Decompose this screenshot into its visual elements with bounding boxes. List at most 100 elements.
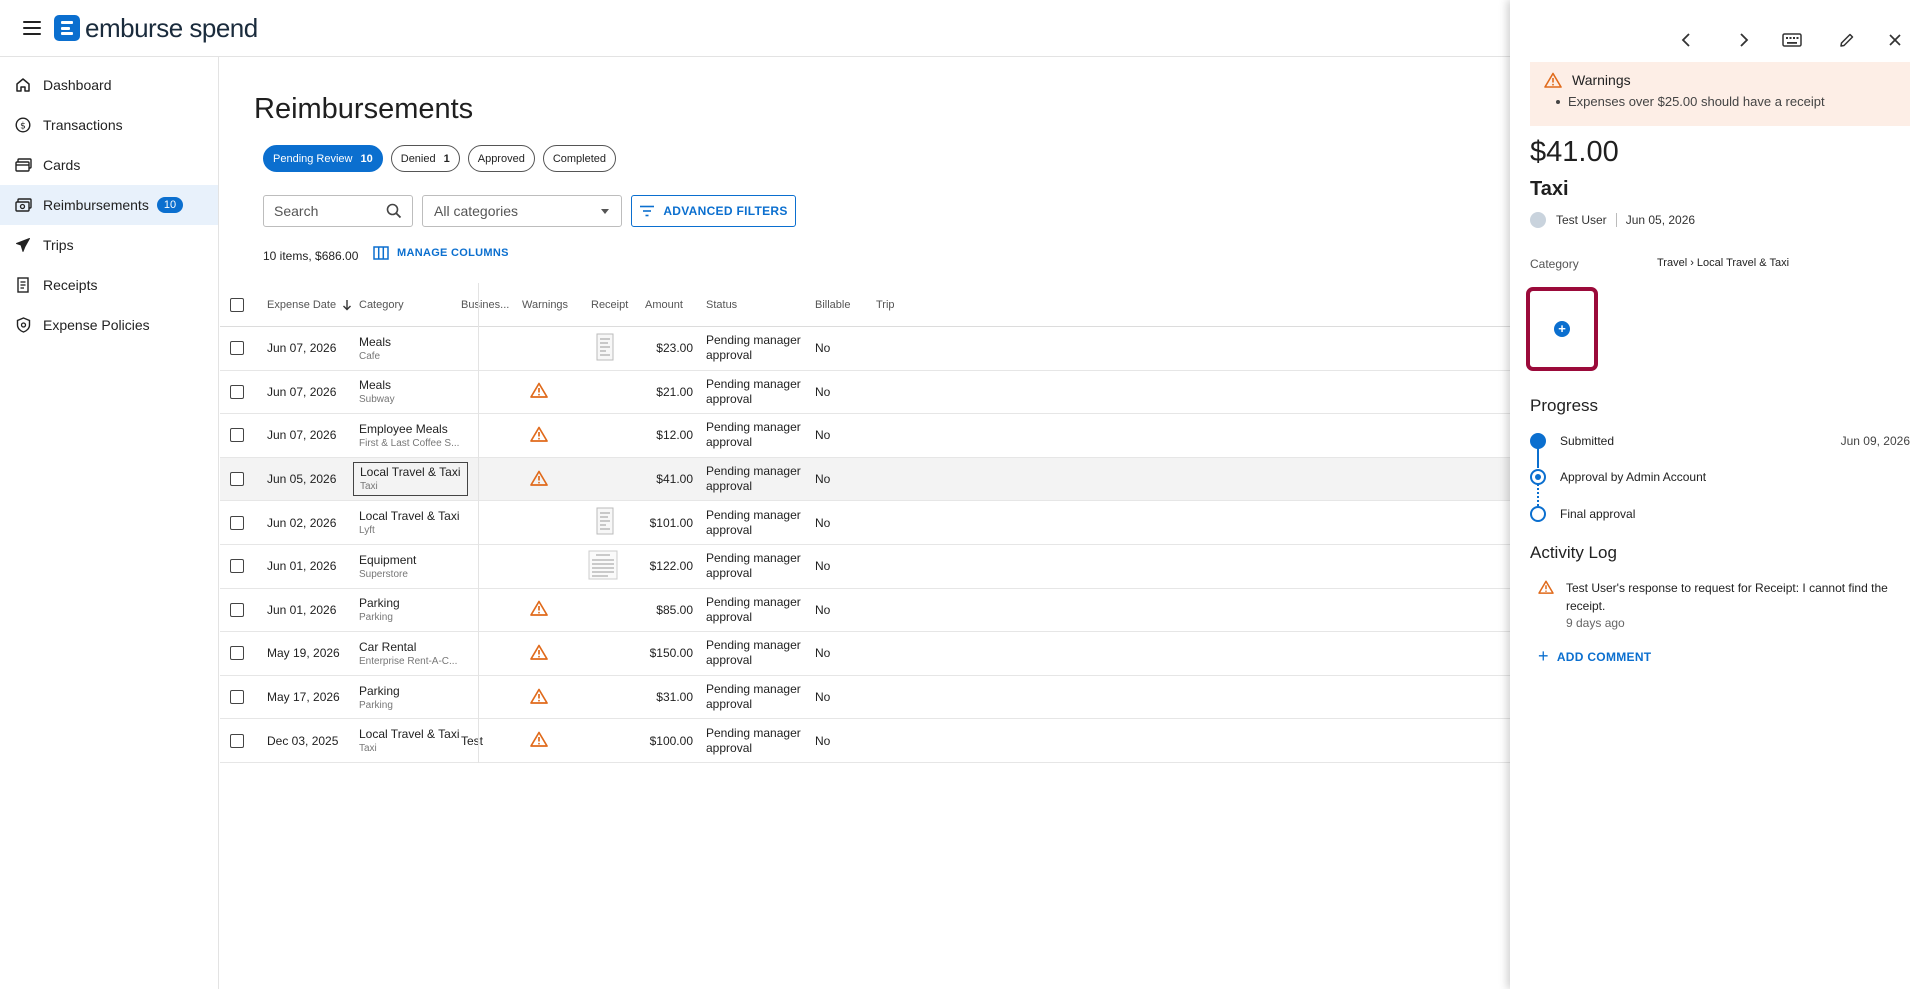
plus-icon: + bbox=[1538, 646, 1549, 666]
table-row[interactable]: Jun 01, 2026 Equipment Superstore $122.00 Pe… bbox=[220, 545, 1510, 589]
receipt-thumbnail-icon[interactable] bbox=[596, 333, 614, 364]
sidebar-item-receipts[interactable]: Receipts bbox=[0, 265, 218, 305]
table-row[interactable]: May 19, 2026 Car Rental Enterprise Rent-A-… bbox=[220, 632, 1510, 676]
status-tabs: Pending Review 10 Denied 1 Approved Comp… bbox=[263, 145, 617, 172]
category-cell[interactable]: Parking Parking bbox=[359, 589, 400, 632]
table-body: Jun 07, 2026 Meals Cafe $23.00 Pending manag… bbox=[220, 327, 1510, 763]
row-checkbox[interactable] bbox=[230, 690, 244, 705]
row-checkbox[interactable] bbox=[230, 341, 244, 356]
receipt-thumbnail-icon[interactable] bbox=[596, 507, 614, 538]
tab-count: 10 bbox=[360, 152, 373, 165]
receipt-cell bbox=[588, 545, 618, 588]
category-cell[interactable]: Car Rental Enterprise Rent-A-C... bbox=[359, 632, 457, 675]
category-value[interactable]: Travel › Local Travel & Taxi bbox=[1657, 257, 1789, 269]
amount: $150.00 bbox=[649, 646, 693, 661]
advanced-filters-label: ADVANCED FILTERS bbox=[663, 204, 788, 218]
row-checkbox[interactable] bbox=[230, 472, 244, 487]
search-icon[interactable] bbox=[386, 203, 402, 222]
previous-icon[interactable] bbox=[1674, 28, 1698, 52]
expense-date: Jun 07, 2026 bbox=[267, 428, 337, 443]
table-row[interactable]: Jun 02, 2026 Local Travel & Taxi Lyft $101.… bbox=[220, 501, 1510, 545]
category-cell[interactable]: Meals Subway bbox=[359, 371, 395, 414]
row-checkbox[interactable] bbox=[230, 646, 244, 661]
top-bar: emburse spend bbox=[0, 0, 1510, 57]
category-cell[interactable]: Local Travel & Taxi Taxi bbox=[353, 461, 468, 496]
sidebar-item-dashboard[interactable]: Dashboard bbox=[0, 65, 218, 105]
sidebar-item-transactions[interactable]: $ Transactions bbox=[0, 105, 218, 145]
tab-pending-review[interactable]: Pending Review 10 bbox=[263, 145, 383, 172]
col-business[interactable]: Busines... bbox=[461, 283, 509, 326]
expense-date: Jun 01, 2026 bbox=[267, 602, 337, 617]
advanced-filters-button[interactable]: ADVANCED FILTERS bbox=[631, 195, 796, 227]
table-row[interactable]: Jun 07, 2026 Employee Meals First & Last C… bbox=[220, 414, 1510, 458]
warning-icon[interactable] bbox=[530, 600, 548, 619]
table-row[interactable]: Jun 05, 2026 Local Travel & Taxi Taxi $41.0… bbox=[220, 457, 1510, 502]
category-cell[interactable]: Local Travel & Taxi Lyft bbox=[359, 501, 460, 544]
col-category[interactable]: Category bbox=[359, 283, 404, 326]
category-cell[interactable]: Parking Parking bbox=[359, 676, 400, 719]
row-checkbox[interactable] bbox=[230, 515, 244, 530]
col-billable[interactable]: Billable bbox=[815, 283, 850, 326]
dollar-circle-icon: $ bbox=[14, 116, 32, 134]
col-expense-date[interactable]: Expense Date bbox=[267, 283, 353, 326]
row-checkbox[interactable] bbox=[230, 428, 244, 443]
row-checkbox[interactable] bbox=[230, 559, 244, 574]
sidebar-item-trips[interactable]: Trips bbox=[0, 225, 218, 265]
row-checkbox[interactable] bbox=[230, 602, 244, 617]
warning-icon[interactable] bbox=[530, 688, 548, 707]
add-receipt-button[interactable]: + bbox=[1526, 287, 1598, 371]
category-name: Car Rental bbox=[359, 639, 417, 654]
warning-icon[interactable] bbox=[530, 426, 548, 445]
tab-approved[interactable]: Approved bbox=[467, 145, 535, 172]
search-input[interactable]: Search bbox=[263, 195, 413, 227]
warning-icon[interactable] bbox=[530, 470, 548, 489]
merchant-name: Enterprise Rent-A-C... bbox=[359, 655, 458, 667]
category-name: Meals bbox=[359, 378, 392, 393]
edit-icon[interactable] bbox=[1835, 28, 1859, 52]
col-amount[interactable]: Amount bbox=[645, 283, 683, 326]
warning-icon[interactable] bbox=[530, 382, 548, 401]
row-checkbox[interactable] bbox=[230, 384, 244, 399]
add-comment-label: ADD COMMENT bbox=[1556, 649, 1652, 664]
status-line-1: Pending manager bbox=[706, 333, 801, 348]
col-status[interactable]: Status bbox=[706, 283, 737, 326]
manage-columns-button[interactable]: MANAGE COLUMNS bbox=[373, 246, 509, 260]
table-row[interactable]: Dec 03, 2025 Local Travel & Taxi Taxi Test $… bbox=[220, 719, 1510, 763]
warning-icon[interactable] bbox=[530, 644, 548, 663]
table-row[interactable]: Jun 07, 2026 Meals Subway $21.00 Pending man… bbox=[220, 371, 1510, 415]
table-row[interactable]: Jun 01, 2026 Parking Parking $85.00 Pending … bbox=[220, 589, 1510, 633]
warnings-header: Warnings bbox=[1544, 72, 1910, 88]
tab-completed[interactable]: Completed bbox=[542, 145, 617, 172]
cards-icon bbox=[14, 156, 32, 174]
column-label: Expense Date bbox=[267, 298, 337, 311]
activity-time: 9 days ago bbox=[1566, 616, 1625, 630]
select-all-checkbox[interactable] bbox=[230, 297, 244, 312]
sidebar-item-reimbursements[interactable]: Reimbursements 10 bbox=[0, 185, 218, 225]
add-comment-button[interactable]: + ADD COMMENT bbox=[1538, 646, 1651, 667]
row-select-cell bbox=[230, 545, 244, 588]
add-circle-icon: + bbox=[1554, 321, 1570, 337]
tab-denied[interactable]: Denied 1 bbox=[390, 145, 460, 172]
menu-icon[interactable] bbox=[23, 21, 41, 35]
category-cell[interactable]: Employee Meals First & Last Coffee S... bbox=[359, 414, 459, 457]
keyboard-icon[interactable] bbox=[1780, 28, 1804, 52]
category-cell[interactable]: Equipment Superstore bbox=[359, 545, 416, 588]
col-trip[interactable]: Trip bbox=[876, 283, 895, 326]
row-checkbox[interactable] bbox=[230, 733, 244, 748]
col-warnings[interactable]: Warnings bbox=[522, 283, 568, 326]
sidebar-item-cards[interactable]: Cards bbox=[0, 145, 218, 185]
table-row[interactable]: May 17, 2026 Parking Parking $31.00 Pending … bbox=[220, 676, 1510, 720]
close-icon[interactable] bbox=[1883, 28, 1907, 52]
warning-icon[interactable] bbox=[530, 731, 548, 750]
category-cell[interactable]: Local Travel & Taxi Taxi bbox=[359, 719, 460, 762]
brand-logo[interactable]: emburse spend bbox=[54, 13, 258, 44]
receipt-thumbnail-icon[interactable] bbox=[588, 550, 618, 583]
next-icon[interactable] bbox=[1732, 28, 1756, 52]
table-row[interactable]: Jun 07, 2026 Meals Cafe $23.00 Pending manag… bbox=[220, 327, 1510, 371]
row-select-cell bbox=[230, 676, 244, 719]
sidebar-item-expense-policies[interactable]: Expense Policies bbox=[0, 305, 218, 345]
col-receipt[interactable]: Receipt bbox=[591, 283, 628, 326]
category-cell[interactable]: Meals Cafe bbox=[359, 327, 391, 370]
category-select[interactable]: All categories bbox=[422, 195, 622, 227]
billable: No bbox=[815, 646, 831, 661]
